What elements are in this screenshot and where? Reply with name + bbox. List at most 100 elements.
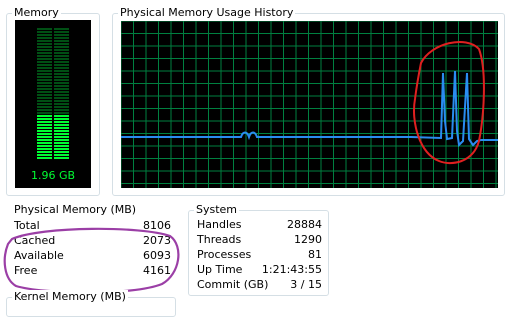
meter-segment-filled: [54, 157, 69, 159]
meter-segment-empty: [37, 52, 52, 54]
meter-segment-empty: [54, 58, 69, 60]
meter-segment-filled: [37, 136, 52, 138]
stat-label: Up Time: [197, 263, 243, 276]
meter-segment-empty: [37, 91, 52, 93]
meter-segment-filled: [54, 139, 69, 141]
stat-label: Processes: [197, 248, 252, 261]
meter-segment-filled: [54, 133, 69, 135]
meter-segment-empty: [54, 106, 69, 108]
meter-segment-filled: [54, 124, 69, 126]
meter-segment-empty: [54, 88, 69, 90]
meter-segment-empty: [37, 28, 52, 30]
stat-label: Commit (GB): [197, 278, 269, 291]
meter-segment-empty: [54, 91, 69, 93]
meter-segment-filled: [54, 151, 69, 153]
meter-segment-empty: [37, 58, 52, 60]
meter-segment-empty: [54, 64, 69, 66]
meter-segment-empty: [37, 31, 52, 33]
system-group-title: System: [194, 203, 240, 217]
kernel-memory-group: Kernel Memory (MB): [6, 290, 176, 317]
stat-row-handles: Handles 28884: [197, 217, 322, 232]
meter-segment-empty: [54, 55, 69, 57]
meter-segment-empty: [54, 34, 69, 36]
meter-segment-filled: [37, 157, 52, 159]
history-graph-graphic: [121, 21, 498, 188]
meter-segment-empty: [54, 40, 69, 42]
meter-segment-empty: [54, 43, 69, 45]
meter-segment-filled: [54, 145, 69, 147]
stat-row-up-time: Up Time 1:21:43:55: [197, 262, 322, 277]
meter-segment-empty: [54, 67, 69, 69]
memory-group-title: Memory: [12, 6, 61, 20]
meter-segment-filled: [54, 136, 69, 138]
meter-segment-empty: [54, 85, 69, 87]
kernel-memory-title: Kernel Memory (MB): [12, 290, 128, 304]
meter-segment-empty: [37, 103, 52, 105]
meter-segment-empty: [37, 106, 52, 108]
meter-segment-empty: [54, 112, 69, 114]
meter-segment-empty: [37, 100, 52, 102]
meter-segment-filled: [37, 148, 52, 150]
meter-segment-filled: [37, 115, 52, 117]
meter-segment-empty: [54, 94, 69, 96]
meter-segment-empty: [54, 100, 69, 102]
meter-segment-empty: [37, 37, 52, 39]
meter-segment-empty: [37, 70, 52, 72]
system-group: System Handles 28884 Threads 1290 Processes 8…: [188, 203, 329, 296]
meter-segment-empty: [37, 43, 52, 45]
meter-segment-empty: [37, 40, 52, 42]
stat-value: 1290: [294, 233, 322, 246]
meter-segment-filled: [54, 121, 69, 123]
meter-segment-filled: [37, 133, 52, 135]
physical-memory-title: Physical Memory (MB): [14, 203, 137, 216]
meter-segment-filled: [37, 145, 52, 147]
memory-meter: 1.96 GB: [15, 20, 91, 188]
meter-segment-empty: [37, 88, 52, 90]
stat-row-threads: Threads 1290: [197, 232, 322, 247]
meter-segment-empty: [37, 79, 52, 81]
meter-segment-filled: [37, 127, 52, 129]
stat-label: Handles: [197, 218, 242, 231]
meter-segment-filled: [54, 142, 69, 144]
meter-segment-empty: [54, 79, 69, 81]
meter-segment-empty: [37, 94, 52, 96]
meter-segment-filled: [37, 130, 52, 132]
meter-segment-empty: [37, 112, 52, 114]
stat-label: Threads: [197, 233, 242, 246]
memory-group: Memory 1.96 GB: [6, 6, 100, 196]
memory-meter-graphic: [37, 28, 69, 159]
stat-value: 3 / 15: [290, 278, 322, 291]
meter-segment-empty: [54, 61, 69, 63]
meter-segment-empty: [54, 103, 69, 105]
meter-segment-empty: [54, 70, 69, 72]
meter-segment-empty: [54, 73, 69, 75]
meter-segment-filled: [37, 124, 52, 126]
meter-segment-empty: [54, 37, 69, 39]
meter-segment-empty: [37, 109, 52, 111]
meter-segment-empty: [54, 46, 69, 48]
meter-segment-filled: [37, 118, 52, 120]
stat-row-processes: Processes 81: [197, 247, 322, 262]
memory-usage-text: 1.96 GB: [30, 169, 76, 182]
meter-segment-empty: [37, 49, 52, 51]
meter-segment-empty: [37, 46, 52, 48]
meter-segment-filled: [37, 121, 52, 123]
meter-segment-empty: [37, 97, 52, 99]
stat-value: 81: [308, 248, 322, 261]
meter-segment-filled: [54, 148, 69, 150]
meter-segment-filled: [54, 127, 69, 129]
meter-segment-empty: [37, 64, 52, 66]
meter-segment-empty: [54, 76, 69, 78]
meter-segment-empty: [37, 61, 52, 63]
meter-segment-filled: [54, 118, 69, 120]
history-group: Physical Memory Usage History: [112, 6, 505, 196]
meter-segment-filled: [37, 142, 52, 144]
meter-segment-filled: [37, 154, 52, 156]
meter-segment-empty: [54, 49, 69, 51]
meter-segment-empty: [37, 85, 52, 87]
meter-segment-filled: [37, 139, 52, 141]
stat-value: 1:21:43:55: [261, 263, 322, 276]
meter-segment-filled: [37, 151, 52, 153]
meter-segment-filled: [54, 130, 69, 132]
history-graph: [121, 21, 498, 188]
